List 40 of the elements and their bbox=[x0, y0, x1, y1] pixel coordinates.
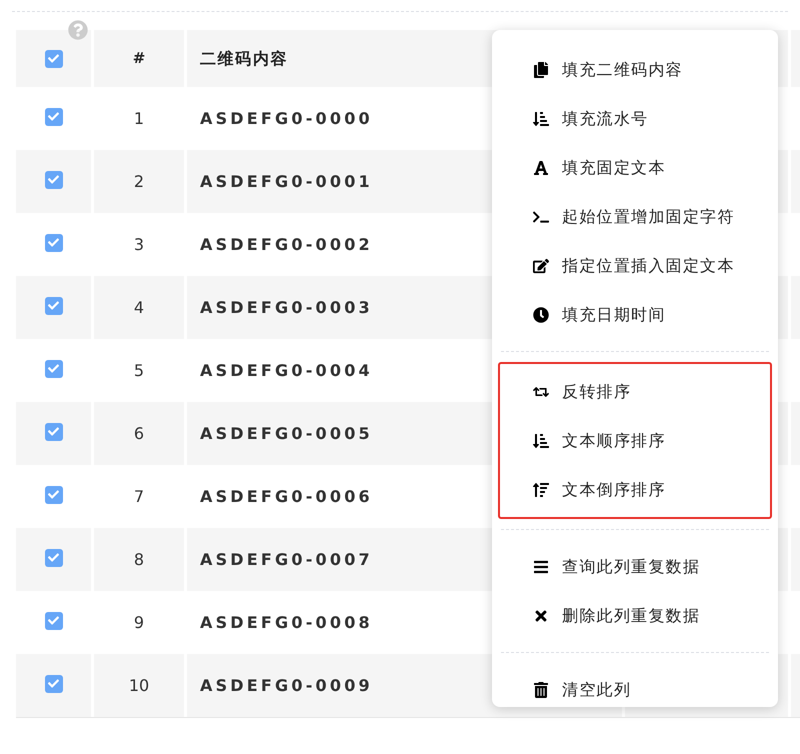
column-header: # bbox=[94, 30, 184, 87]
terminal-icon bbox=[533, 208, 549, 224]
checkbox[interactable] bbox=[44, 296, 62, 314]
row-number: 10 bbox=[94, 654, 184, 717]
checkbox[interactable] bbox=[44, 422, 62, 440]
checkbox[interactable] bbox=[44, 108, 62, 126]
row-number: 2 bbox=[94, 150, 184, 213]
checkbox[interactable] bbox=[44, 674, 62, 692]
check-icon bbox=[48, 426, 59, 437]
edit-icon bbox=[533, 258, 549, 274]
row-number: 4 bbox=[94, 276, 184, 339]
help-icon[interactable] bbox=[68, 20, 88, 40]
list-icon bbox=[533, 558, 549, 574]
check-icon bbox=[48, 174, 59, 185]
check-icon bbox=[48, 111, 59, 122]
check-icon bbox=[48, 615, 59, 626]
check-icon bbox=[48, 678, 59, 689]
check-icon bbox=[48, 363, 59, 374]
copy-icon bbox=[533, 62, 549, 78]
sort-down-icon bbox=[533, 110, 549, 126]
sort-up-icon bbox=[533, 482, 549, 498]
check-icon bbox=[48, 300, 59, 311]
trash-icon bbox=[533, 682, 549, 698]
checkbox[interactable] bbox=[44, 170, 62, 188]
checkbox[interactable] bbox=[44, 234, 62, 252]
checkbox[interactable] bbox=[44, 486, 62, 504]
sort-down-icon bbox=[533, 432, 549, 448]
letter-icon bbox=[533, 160, 549, 176]
check-icon bbox=[48, 53, 59, 64]
checkbox[interactable] bbox=[44, 612, 62, 630]
check-icon bbox=[48, 552, 59, 563]
checkbox[interactable] bbox=[44, 360, 62, 378]
row-number: 6 bbox=[94, 402, 184, 465]
clock-icon bbox=[533, 306, 549, 322]
checkbox[interactable] bbox=[44, 548, 62, 566]
close-icon bbox=[533, 608, 549, 624]
check-icon bbox=[48, 237, 59, 248]
checkbox[interactable] bbox=[44, 50, 62, 68]
check-icon bbox=[48, 489, 59, 500]
row-number: 8 bbox=[94, 528, 184, 591]
